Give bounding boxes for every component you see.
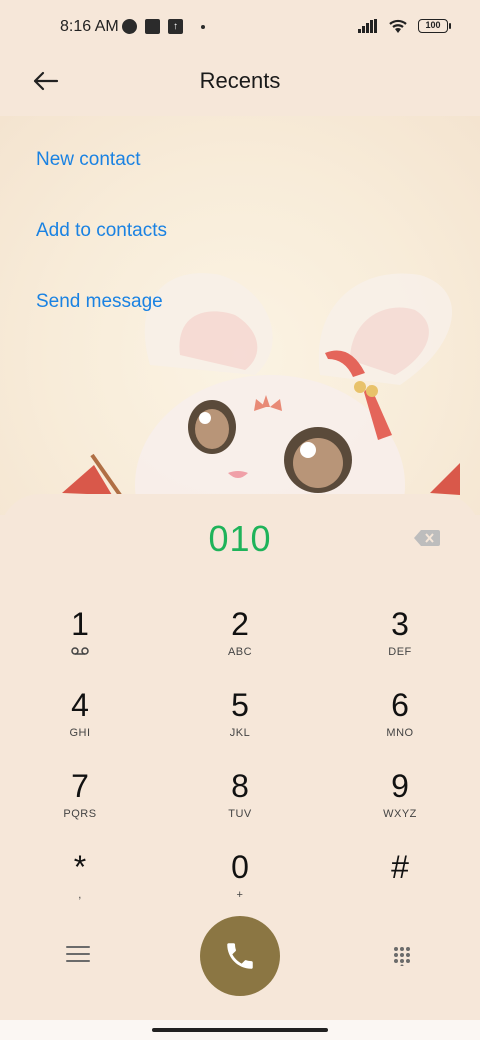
menu-icon[interactable] <box>66 946 90 966</box>
key-star[interactable]: * , <box>20 849 140 919</box>
key-0[interactable]: 0 + <box>180 849 300 919</box>
send-message-link[interactable]: Send message <box>36 290 167 361</box>
key-8[interactable]: 8 TUV <box>180 768 300 838</box>
key-letters: TUV <box>228 808 252 820</box>
key-letters: JKL <box>229 727 251 739</box>
key-letters: DEF <box>388 646 412 658</box>
key-digit: 3 <box>391 606 409 642</box>
key-1[interactable]: 1 <box>20 606 140 676</box>
keypad-icon[interactable] <box>392 946 412 966</box>
key-letters: , <box>78 889 82 901</box>
notification-app-icon <box>122 19 137 34</box>
phone-icon <box>227 943 253 969</box>
key-letters: GHI <box>69 727 91 739</box>
key-digit: 7 <box>71 768 89 804</box>
key-2[interactable]: 2 ABC <box>180 606 300 676</box>
navigation-bar <box>0 1020 480 1040</box>
dialer-actions-row <box>0 914 480 1004</box>
key-digit: 6 <box>391 687 409 723</box>
key-digit: 4 <box>71 687 89 723</box>
voicemail-icon <box>71 647 89 655</box>
status-system-icons: 100 <box>358 18 451 34</box>
key-5[interactable]: 5 JKL <box>180 687 300 757</box>
home-indicator[interactable] <box>152 1028 328 1032</box>
key-3[interactable]: 3 DEF <box>340 606 460 676</box>
key-letters: + <box>236 889 244 901</box>
more-notifications-icon <box>201 24 205 29</box>
upload-icon: ↑ <box>168 19 183 34</box>
wifi-icon <box>389 19 407 33</box>
key-letters: MNO <box>386 727 414 739</box>
key-7[interactable]: 7 PQRS <box>20 768 140 838</box>
key-letters: ABC <box>227 646 253 658</box>
key-6[interactable]: 6 MNO <box>340 687 460 757</box>
backspace-icon[interactable] <box>414 530 440 546</box>
key-digit: 2 <box>231 606 249 642</box>
key-digit: 0 <box>231 849 249 885</box>
key-letters: PQRS <box>63 808 97 820</box>
key-digit: 1 <box>71 606 89 642</box>
key-letters: WXYZ <box>383 808 417 820</box>
add-to-contacts-link[interactable]: Add to contacts <box>36 219 167 290</box>
page-title: Recents <box>199 68 281 93</box>
key-4[interactable]: 4 GHI <box>20 687 140 757</box>
key-digit: 5 <box>231 687 249 723</box>
new-contact-link[interactable]: New contact <box>36 148 167 219</box>
dialed-number[interactable]: 010 <box>0 518 480 560</box>
key-digit: 8 <box>231 768 249 804</box>
key-digit: * <box>73 849 87 885</box>
signal-icon <box>358 19 377 33</box>
battery-icon: 100 <box>418 19 451 33</box>
dialpad-panel: 010 1 2 ABC 3 DEF 4 GHI 5 JKL 6 MNO 7 PQ… <box>0 494 480 1020</box>
key-digit: # <box>391 849 409 885</box>
status-bar: 8:16 AM ↑ 100 <box>0 0 480 56</box>
app-header: Recents <box>0 56 480 116</box>
key-hash[interactable]: # <box>340 849 460 919</box>
number-actions: New contact Add to contacts Send message <box>36 148 167 361</box>
notification-square-icon <box>145 19 160 34</box>
status-time: 8:16 AM <box>60 18 119 35</box>
key-digit: 9 <box>391 768 409 804</box>
status-notifications: ↑ <box>122 19 205 34</box>
call-button[interactable] <box>200 916 280 996</box>
key-9[interactable]: 9 WXYZ <box>340 768 460 838</box>
